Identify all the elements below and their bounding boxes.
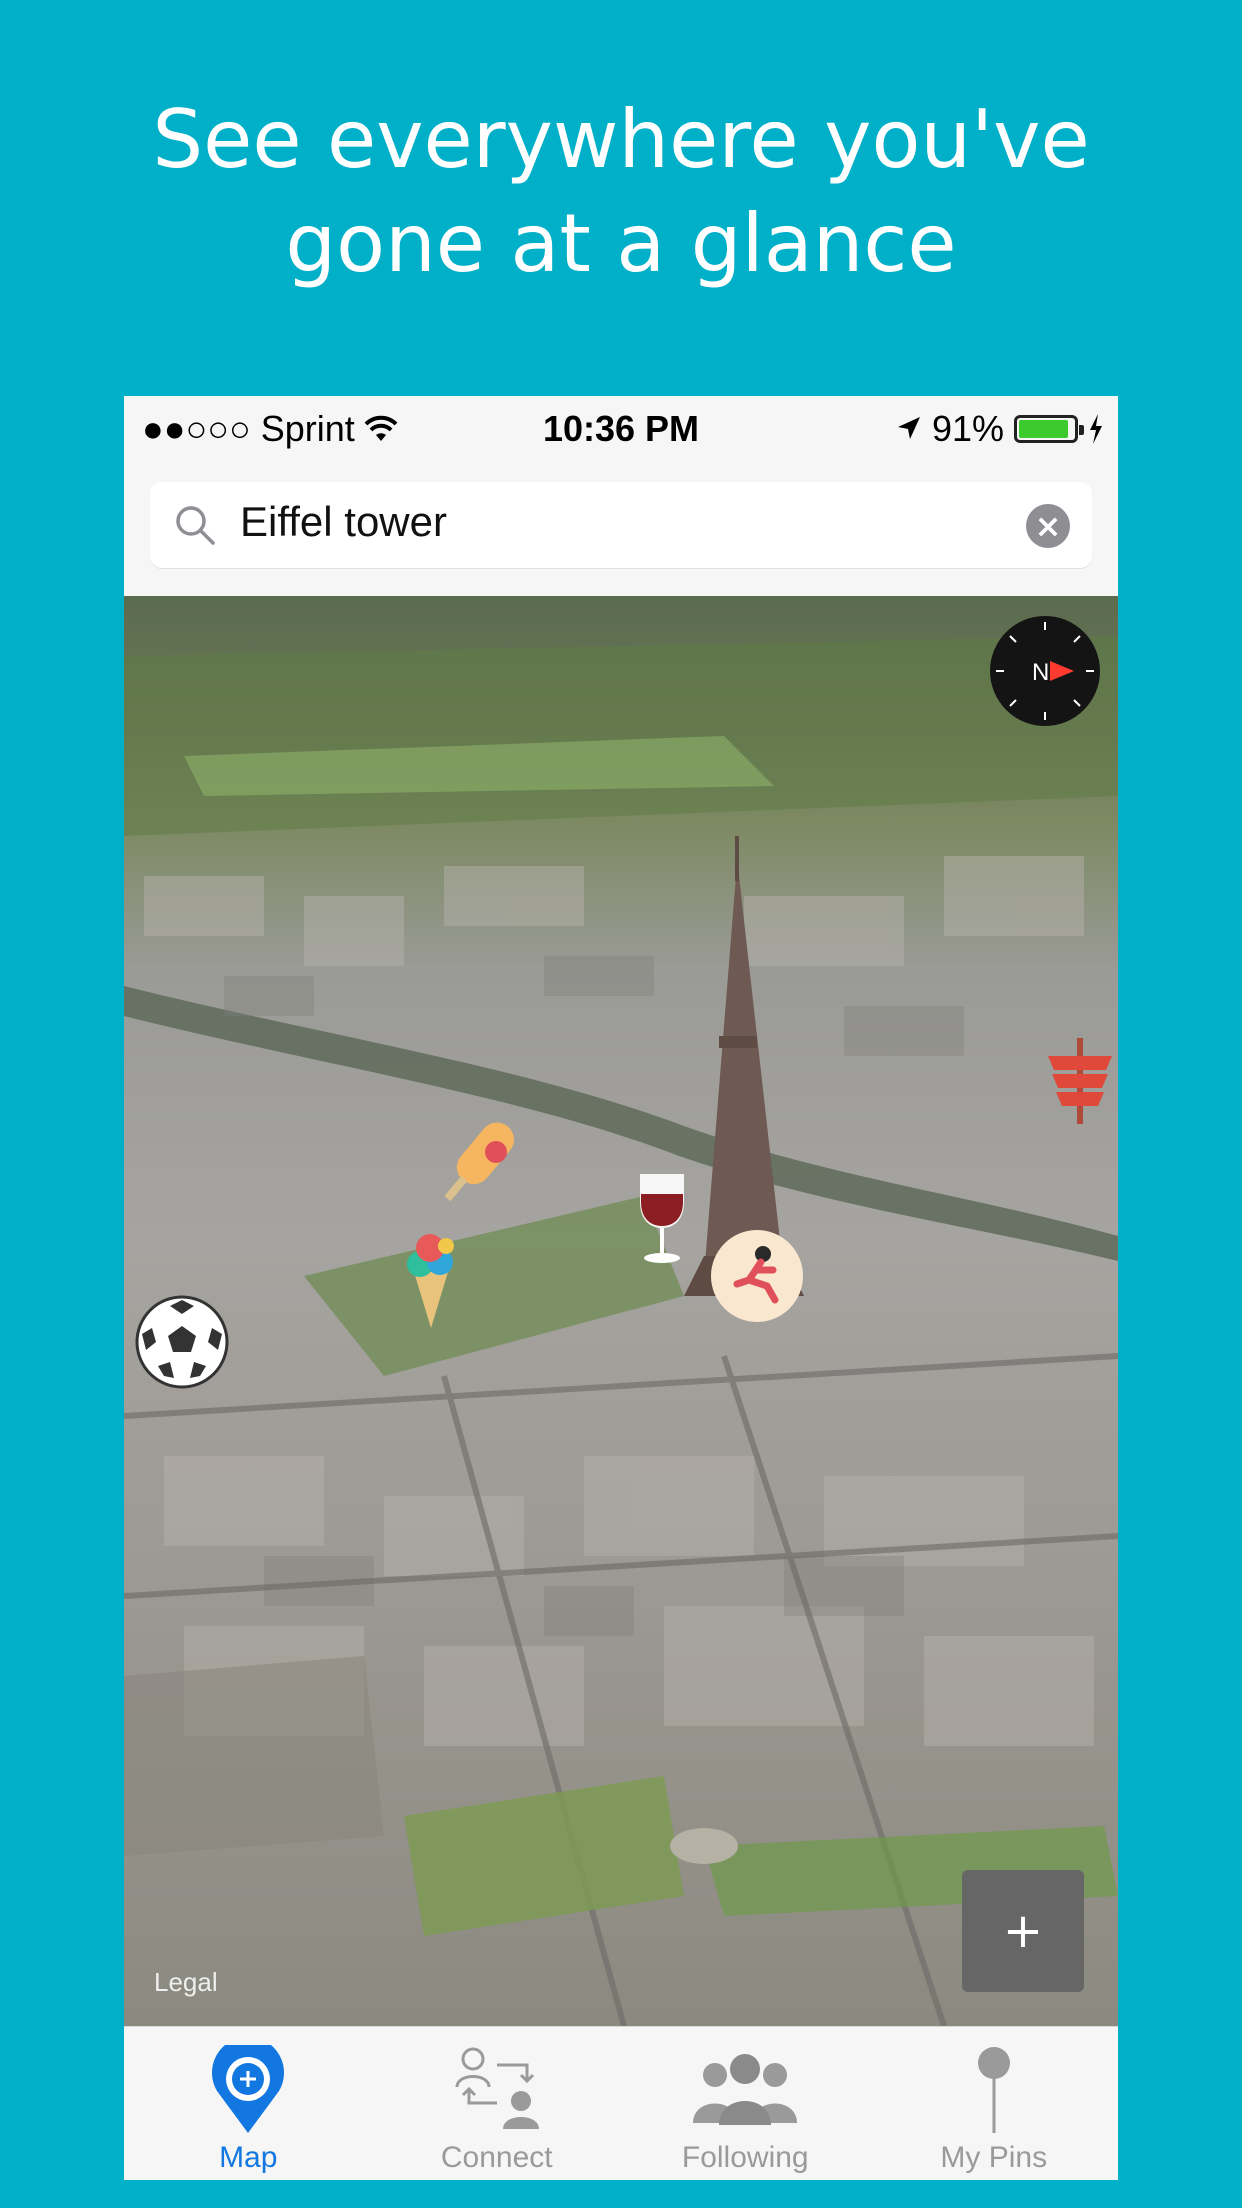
clear-icon[interactable]: ×	[1026, 504, 1070, 548]
tab-bar: Map Connect Following My Pins	[124, 2026, 1118, 2180]
search-input[interactable]: Eiffel tower	[240, 498, 447, 546]
legal-link[interactable]: Legal	[154, 1967, 218, 1998]
compass-letter: N	[1032, 659, 1049, 686]
tab-label-map: Map	[219, 2141, 278, 2174]
connect-icon	[455, 2047, 539, 2129]
tab-connect[interactable]: Connect	[373, 2027, 622, 2180]
soccer-ball-icon[interactable]	[134, 1294, 230, 1390]
tab-map[interactable]: Map	[124, 2027, 373, 2180]
location-arrow-icon	[897, 417, 920, 439]
compass-icon[interactable]: N	[990, 616, 1100, 726]
battery-icon	[1014, 415, 1084, 443]
tab-my-pins[interactable]: My Pins	[870, 2027, 1119, 2180]
tab-label-connect: Connect	[440, 2141, 553, 2174]
kebab-icon[interactable]	[1042, 1036, 1118, 1126]
following-icon	[693, 2054, 798, 2125]
map-pin-icon	[212, 2045, 285, 2133]
tab-label-my-pins: My Pins	[940, 2141, 1048, 2174]
wine-icon[interactable]	[632, 1168, 692, 1268]
phone-screen: ●●○○○ Sprint 10:36 PM 91% Eiffel tower ×…	[124, 396, 1118, 2180]
tab-following[interactable]: Following	[621, 2027, 870, 2180]
map-view[interactable]: N Legal +	[124, 596, 1118, 2026]
add-pin-button[interactable]: +	[962, 1870, 1084, 1992]
charging-icon	[1090, 414, 1102, 444]
pin-icon	[977, 2047, 1010, 2133]
popsicle-icon[interactable]	[424, 1106, 534, 1216]
runner-icon[interactable]	[709, 1228, 805, 1324]
battery-percent: 91%	[931, 408, 1004, 449]
status-bar: ●●○○○ Sprint 10:36 PM 91%	[124, 396, 1118, 460]
ice-cream-icon[interactable]	[396, 1224, 466, 1334]
tab-label-following: Following	[681, 2141, 809, 2174]
search-bar[interactable]: Eiffel tower ×	[150, 482, 1092, 568]
headline: See everywhere you've gone at a glance	[152, 93, 1090, 290]
map-terrain	[124, 636, 1118, 2026]
search-icon	[176, 506, 215, 545]
